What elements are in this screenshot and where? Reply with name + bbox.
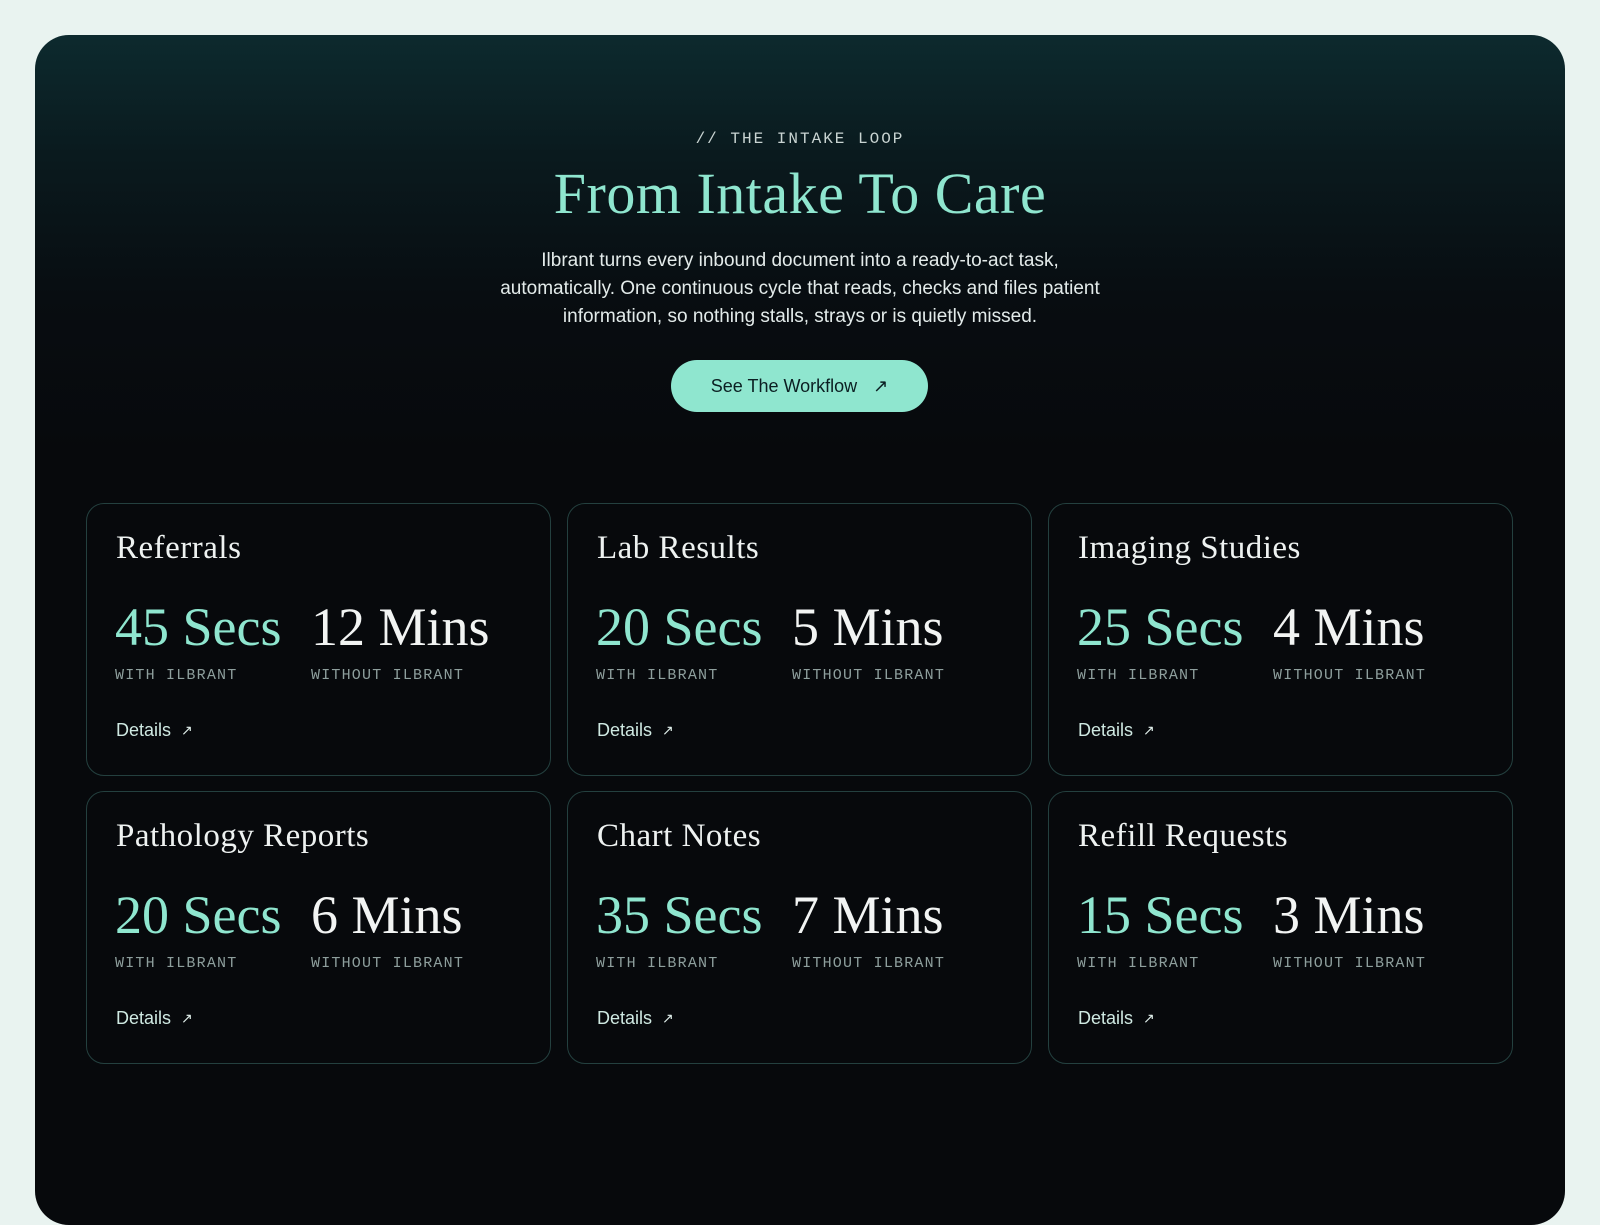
details-link[interactable]: Details ↗ (116, 720, 193, 741)
details-link[interactable]: Details ↗ (116, 1008, 193, 1029)
details-label: Details (1078, 1008, 1134, 1028)
metric-value: 20 Secs (115, 885, 282, 945)
metric-label: WITHOUT ILBRANT (792, 667, 946, 684)
metric-label: WITHOUT ILBRANT (792, 955, 946, 972)
card-pathology-reports: Pathology Reports 20 Secs WITH ILBRANT 6… (86, 791, 551, 1064)
arrow-up-right-icon: ↗ (873, 376, 889, 396)
metric-with-ilbrant: 25 Secs WITH ILBRANT (1077, 596, 1243, 684)
metric-label: WITHOUT ILBRANT (311, 955, 465, 972)
card-referrals: Referrals 45 Secs WITH ILBRANT 12 Mins W… (86, 503, 551, 776)
arrow-up-right-icon: ↗ (1143, 722, 1155, 738)
metric-value: 3 Mins (1273, 885, 1425, 945)
intake-loop-section: // THE INTAKE LOOP From Intake To Care I… (35, 35, 1565, 1225)
metric-value: 15 Secs (1077, 885, 1244, 945)
metric-without-ilbrant: 6 Mins WITHOUT ILBRANT (311, 884, 464, 972)
metric-value: 7 Mins (792, 885, 944, 945)
metric-label: WITHOUT ILBRANT (311, 667, 465, 684)
details-label: Details (116, 1008, 172, 1028)
arrow-up-right-icon: ↗ (1143, 1010, 1155, 1026)
metric-with-ilbrant: 15 Secs WITH ILBRANT (1077, 884, 1243, 972)
card-title: Pathology Reports (116, 818, 370, 854)
metric-value: 4 Mins (1273, 597, 1425, 657)
card-refill-requests: Refill Requests 15 Secs WITH ILBRANT 3 M… (1048, 791, 1513, 1064)
details-link[interactable]: Details ↗ (597, 1008, 674, 1029)
arrow-up-right-icon: ↗ (662, 1010, 674, 1026)
page-title: From Intake To Care (553, 161, 1047, 226)
details-label: Details (597, 1008, 653, 1028)
details-link[interactable]: Details ↗ (597, 720, 674, 741)
card-imaging-studies: Imaging Studies 25 Secs WITH ILBRANT 4 M… (1048, 503, 1513, 776)
metric-value: 20 Secs (596, 597, 763, 657)
metric-with-ilbrant: 20 Secs WITH ILBRANT (115, 884, 281, 972)
see-workflow-label: See The Workflow (710, 375, 858, 396)
metric-label: WITHOUT ILBRANT (1273, 667, 1427, 684)
details-label: Details (1078, 720, 1134, 740)
document-type-cards: Referrals 45 Secs WITH ILBRANT 12 Mins W… (86, 503, 1514, 1064)
metric-value: 45 Secs (115, 597, 282, 657)
card-chart-notes: Chart Notes 35 Secs WITH ILBRANT 7 Mins … (567, 791, 1032, 1064)
metric-label: WITH ILBRANT (1077, 955, 1200, 972)
card-title: Chart Notes (597, 818, 762, 854)
details-label: Details (116, 720, 172, 740)
metric-label: WITH ILBRANT (115, 667, 238, 684)
metric-without-ilbrant: 3 Mins WITHOUT ILBRANT (1273, 884, 1426, 972)
metric-without-ilbrant: 7 Mins WITHOUT ILBRANT (792, 884, 945, 972)
metric-label: WITH ILBRANT (115, 955, 238, 972)
arrow-up-right-icon: ↗ (181, 1010, 193, 1026)
details-link[interactable]: Details ↗ (1078, 1008, 1155, 1029)
metric-value: 35 Secs (596, 885, 763, 945)
card-title: Imaging Studies (1078, 530, 1301, 566)
metric-without-ilbrant: 4 Mins WITHOUT ILBRANT (1273, 596, 1426, 684)
metric-value: 25 Secs (1077, 597, 1244, 657)
metric-value: 5 Mins (792, 597, 944, 657)
card-title: Referrals (116, 530, 242, 566)
arrow-up-right-icon: ↗ (662, 722, 674, 738)
see-workflow-button[interactable]: See The Workflow ↗ (671, 360, 928, 412)
card-title: Refill Requests (1078, 818, 1289, 854)
section-eyebrow: // THE INTAKE LOOP (695, 130, 905, 148)
metric-value: 12 Mins (311, 597, 490, 657)
card-lab-results: Lab Results 20 Secs WITH ILBRANT 5 Mins … (567, 503, 1032, 776)
metric-without-ilbrant: 5 Mins WITHOUT ILBRANT (792, 596, 945, 684)
details-label: Details (597, 720, 653, 740)
metric-value: 6 Mins (311, 885, 463, 945)
metric-label: WITH ILBRANT (596, 667, 719, 684)
card-title: Lab Results (597, 530, 760, 566)
metric-label: WITH ILBRANT (596, 955, 719, 972)
details-link[interactable]: Details ↗ (1078, 720, 1155, 741)
metric-with-ilbrant: 35 Secs WITH ILBRANT (596, 884, 762, 972)
section-description: Ilbrant turns every inbound document int… (500, 250, 1100, 327)
arrow-up-right-icon: ↗ (181, 722, 193, 738)
metric-with-ilbrant: 45 Secs WITH ILBRANT (115, 596, 281, 684)
metric-without-ilbrant: 12 Mins WITHOUT ILBRANT (311, 596, 490, 684)
metric-label: WITHOUT ILBRANT (1273, 955, 1427, 972)
metric-label: WITH ILBRANT (1077, 667, 1200, 684)
metric-with-ilbrant: 20 Secs WITH ILBRANT (596, 596, 762, 684)
